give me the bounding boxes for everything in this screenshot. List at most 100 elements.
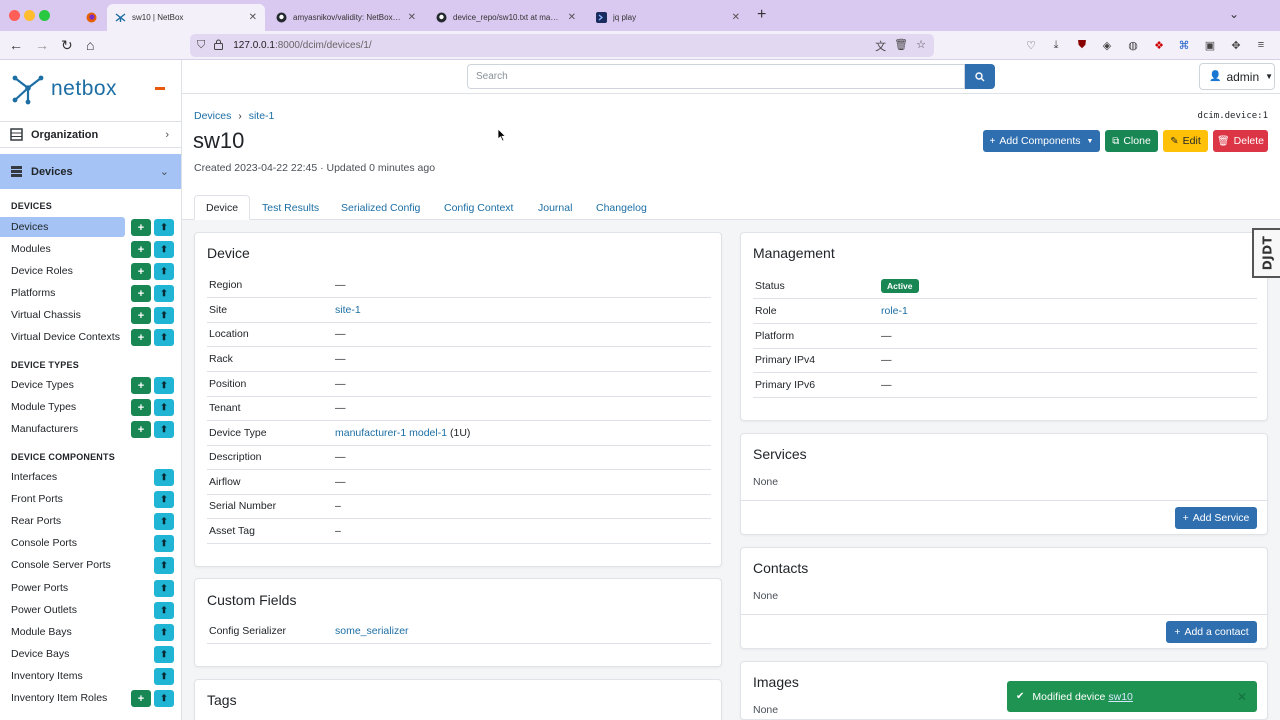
pocket-icon[interactable]: ♡ xyxy=(1024,38,1038,52)
role-link[interactable]: role-1 xyxy=(881,305,908,317)
tab-config-context[interactable]: Config Context xyxy=(444,195,513,220)
import-icon[interactable]: ⬆ xyxy=(154,421,174,438)
user-menu-button[interactable]: 👤 admin ▼ xyxy=(1199,63,1275,90)
import-icon[interactable]: ⬆ xyxy=(154,329,174,346)
add-icon[interactable]: + xyxy=(131,377,151,394)
browser-tab-validity[interactable]: amyasnikov/validity: NetBox plugin ✕ xyxy=(268,4,424,31)
import-icon[interactable]: ⬆ xyxy=(154,377,174,394)
translate-extension-icon[interactable]: ⌘ xyxy=(1177,38,1191,52)
translate-icon[interactable]: 文 xyxy=(875,38,886,54)
add-components-button[interactable]: + Add Components ▼ xyxy=(983,130,1100,152)
add-icon[interactable]: + xyxy=(131,690,151,707)
import-icon[interactable]: ⬆ xyxy=(154,285,174,302)
breadcrumb-site[interactable]: site-1 xyxy=(249,110,275,122)
browser-tab-jq-play[interactable]: jq play ✕ xyxy=(588,4,748,31)
import-icon[interactable]: ⬆ xyxy=(154,668,174,685)
breadcrumb-devices[interactable]: Devices xyxy=(194,110,231,122)
add-icon[interactable]: + xyxy=(131,421,151,438)
import-icon[interactable]: ⬆ xyxy=(154,624,174,641)
import-icon[interactable]: ⬆ xyxy=(154,557,174,574)
edit-button[interactable]: ✎ Edit xyxy=(1163,130,1208,152)
search-button[interactable] xyxy=(965,64,995,89)
add-icon[interactable]: + xyxy=(131,285,151,302)
menu-section-devices[interactable]: Devices ⌄ xyxy=(0,154,181,189)
back-icon[interactable]: ← xyxy=(9,37,23,53)
sidebar-item-console-ports[interactable]: Console Ports ⬆ xyxy=(0,533,181,554)
import-icon[interactable]: ⬆ xyxy=(154,399,174,416)
import-icon[interactable]: ⬆ xyxy=(154,690,174,707)
tab-test-results[interactable]: Test Results xyxy=(262,195,319,220)
sidebar-item-device-types[interactable]: Device Types + ⬆ xyxy=(0,375,181,396)
add-icon[interactable]: + xyxy=(131,307,151,324)
add-icon[interactable]: + xyxy=(131,219,151,236)
menu-section-organization[interactable]: Organization › xyxy=(0,121,181,148)
import-icon[interactable]: ⬆ xyxy=(154,469,174,486)
star-icon[interactable]: ☆ xyxy=(916,38,926,54)
sidebar-item-inventory-item-roles[interactable]: Inventory Item Roles + ⬆ xyxy=(0,688,181,709)
debug-toolbar-handle[interactable]: DJDT xyxy=(1252,228,1280,278)
page-info-icon[interactable] xyxy=(213,39,224,53)
sidebar-item-rear-ports[interactable]: Rear Ports ⬆ xyxy=(0,511,181,532)
add-contact-button[interactable]: + Add a contact xyxy=(1166,621,1257,643)
add-icon[interactable]: + xyxy=(131,329,151,346)
import-icon[interactable]: ⬆ xyxy=(154,307,174,324)
sidebar-item-front-ports[interactable]: Front Ports ⬆ xyxy=(0,489,181,510)
close-icon[interactable]: ✕ xyxy=(408,12,416,23)
add-service-button[interactable]: + Add Service xyxy=(1175,507,1257,529)
import-icon[interactable]: ⬆ xyxy=(154,241,174,258)
sidebar-item-module-bays[interactable]: Module Bays ⬆ xyxy=(0,622,181,643)
sidebar-item-device-bays[interactable]: Device Bays ⬆ xyxy=(0,644,181,665)
site-link[interactable]: site-1 xyxy=(335,304,361,316)
ublock-icon[interactable]: ⛊ xyxy=(1075,38,1089,52)
puzzle-icon[interactable]: ✥ xyxy=(1229,38,1243,52)
trash-icon[interactable]: 🗑 xyxy=(894,38,908,54)
tab-changelog[interactable]: Changelog xyxy=(596,195,647,220)
import-icon[interactable]: ⬆ xyxy=(154,580,174,597)
maximize-window-button[interactable] xyxy=(39,10,50,21)
sidebar-item-power-outlets[interactable]: Power Outlets ⬆ xyxy=(0,600,181,621)
screenshot-icon[interactable]: ▣ xyxy=(1203,38,1217,52)
close-window-button[interactable] xyxy=(9,10,20,21)
device-type-link[interactable]: manufacturer-1 model-1 xyxy=(335,427,447,439)
download-icon[interactable]: ⤓ xyxy=(1049,38,1063,52)
home-icon[interactable]: ⌂ xyxy=(86,37,94,53)
sidebar-item-console-server-ports[interactable]: Console Server Ports ⬆ xyxy=(0,555,181,576)
sidebar-item-platforms[interactable]: Platforms + ⬆ xyxy=(0,283,181,304)
import-icon[interactable]: ⬆ xyxy=(154,535,174,552)
minimize-window-button[interactable] xyxy=(24,10,35,21)
sidebar-item-virtual-chassis[interactable]: Virtual Chassis + ⬆ xyxy=(0,305,181,326)
lastpass-icon[interactable]: ❖ xyxy=(1152,38,1166,52)
sidebar-item-interfaces[interactable]: Interfaces ⬆ xyxy=(0,467,181,488)
sidebar-item-module-types[interactable]: Module Types + ⬆ xyxy=(0,397,181,418)
brand[interactable]: netbox xyxy=(11,72,117,106)
add-icon[interactable]: + xyxy=(131,263,151,280)
url-bar[interactable]: ⛉ 127.0.0.1:8000/dcim/devices/1/ 文 🗑 ☆ xyxy=(190,34,934,57)
sidebar-item-devices[interactable]: Devices + ⬆ xyxy=(0,217,181,238)
browser-tab-firefox[interactable] xyxy=(78,4,104,31)
import-icon[interactable]: ⬆ xyxy=(154,491,174,508)
browser-tab-netbox[interactable]: sw10 | NetBox ✕ xyxy=(107,4,265,31)
sidebar-item-inventory-items[interactable]: Inventory Items ⬆ xyxy=(0,666,181,687)
pin-icon[interactable]: ▬ xyxy=(155,82,165,93)
new-tab-icon[interactable]: + xyxy=(757,6,766,24)
tab-serialized-config[interactable]: Serialized Config xyxy=(341,195,420,220)
forward-icon[interactable]: → xyxy=(35,37,49,53)
clone-button[interactable]: ⧉ Clone xyxy=(1105,130,1158,152)
browser-tab-device-repo[interactable]: device_repo/sw10.txt at master ✕ xyxy=(428,4,584,31)
import-icon[interactable]: ⬆ xyxy=(154,513,174,530)
add-icon[interactable]: + xyxy=(131,241,151,258)
tab-device[interactable]: Device xyxy=(194,195,251,220)
url-text[interactable]: 127.0.0.1:8000/dcim/devices/1/ xyxy=(233,40,371,51)
sidebar-item-virtual-device-contexts[interactable]: Virtual Device Contexts + ⬆ xyxy=(0,327,181,348)
extension-icon[interactable]: ◈ xyxy=(1100,38,1114,52)
sidebar-item-modules[interactable]: Modules + ⬆ xyxy=(0,239,181,260)
menu-icon[interactable]: ≡ xyxy=(1254,38,1268,52)
close-icon[interactable]: ✕ xyxy=(1237,690,1247,704)
add-icon[interactable]: + xyxy=(131,399,151,416)
globe-icon[interactable]: ◍ xyxy=(1126,38,1140,52)
config-serializer-link[interactable]: some_serializer xyxy=(335,625,409,637)
delete-button[interactable]: 🗑 Delete xyxy=(1213,130,1268,152)
import-icon[interactable]: ⬆ xyxy=(154,219,174,236)
close-icon[interactable]: ✕ xyxy=(568,12,576,23)
chevron-down-icon[interactable]: ⌄ xyxy=(1229,7,1239,21)
